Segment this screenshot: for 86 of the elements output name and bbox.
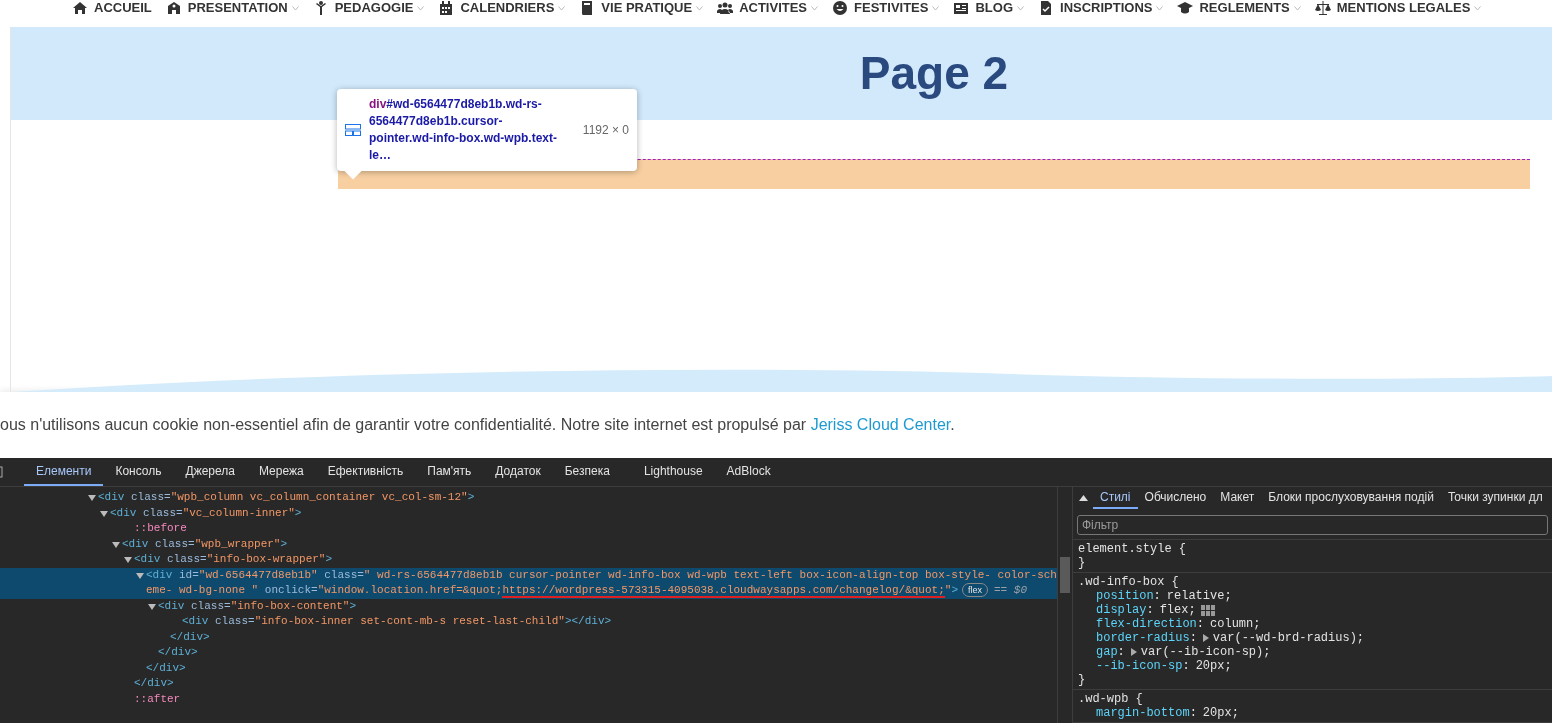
nav-link[interactable]: BLOG <box>953 0 1024 16</box>
devtools-tab[interactable]: Мережа <box>247 458 316 486</box>
nav-link[interactable]: PRESENTATION <box>165 0 299 16</box>
smiley-icon <box>832 0 849 16</box>
css-property: display: flex; <box>1078 603 1547 617</box>
calendar-icon <box>438 0 455 16</box>
element-selector: div#wd-6564477d8eb1b.wd-rs-6564477d8eb1b.cursor-pointer.wd-info-box.wd-wpb.text-le… <box>369 96 558 164</box>
expand-triangle-icon[interactable] <box>1202 634 1209 642</box>
underlined-url: https://wordpress-573315-4095038.cloudwaysapps.com/changelog/&quot; <box>502 584 945 598</box>
devtools-tab[interactable]: Безпека <box>552 458 622 486</box>
styles-tab[interactable]: Макет <box>1213 487 1262 509</box>
home-icon <box>72 0 88 16</box>
css-property: margin-bottom: 20px; <box>1095 706 1240 720</box>
dom-node[interactable]: <div class="wpb_column vc_column_container vc_col-sm-12"> <box>0 490 1057 506</box>
css-brace: } <box>1078 673 1087 687</box>
dom-node[interactable]: <div class="info-box-content"> <box>0 598 1057 614</box>
devtools-tab[interactable]: Lighthouse <box>631 458 715 486</box>
css-rule-selector: .wd-wpb <box>1078 692 1129 706</box>
css-brace: { <box>1178 542 1186 556</box>
newspaper-icon <box>953 0 970 16</box>
document-icon <box>1038 0 1054 16</box>
nav-link[interactable]: ACTIVITES <box>717 0 819 16</box>
css-brace: } <box>1078 556 1087 570</box>
nav-link[interactable]: VIE PRATIQUE <box>579 0 704 16</box>
expanded-triangle-icon[interactable] <box>148 602 156 611</box>
css-brace: { <box>1171 575 1179 589</box>
chevron-down-icon <box>1156 5 1164 11</box>
flexbox-editor-icon[interactable] <box>1200 604 1215 616</box>
dom-node[interactable]: ::before <box>0 521 1057 537</box>
selected-dom-node[interactable]: <div id="wd-6564477d8eb1b" class=" wd-rs-6564477d8eb1b cursor-pointer wd-info-box wd-wpb text-left box-icon-align-top box-style- color-scheme- wd-bg-none " onclick="window.location.href=&quot;https://wordpress-573315-4095038.cloudwaysapps.com/changelog/&quot;"> flex == $0 <box>0 567 1057 599</box>
devtools-tab[interactable]: Елементи <box>24 458 104 486</box>
chevron-down-icon <box>1017 5 1024 11</box>
element-size: 1192 × 0 <box>582 122 629 139</box>
devtools-tab[interactable]: Джерела <box>173 458 247 486</box>
scrollbar[interactable] <box>1057 487 1072 723</box>
dom-node[interactable]: ::after <box>0 691 1057 707</box>
chevron-down-icon <box>1293 5 1301 11</box>
devtools-tab[interactable]: Консоль <box>103 458 174 486</box>
chevron-down-icon <box>291 5 299 11</box>
nav-link[interactable]: CALENDRIERS <box>438 0 566 16</box>
css-rule-selector: .wd-info-box <box>1078 575 1165 589</box>
devtools-tab[interactable]: Ефективність <box>315 458 416 486</box>
devtools-tab[interactable]: AdBlock <box>714 458 783 486</box>
dom-node[interactable]: <div class="info-box-wrapper"> <box>0 552 1057 568</box>
closing-tag: </div> <box>0 660 1057 676</box>
nav-link[interactable]: ACCUEIL <box>72 0 152 16</box>
styles-tab[interactable]: Блоки прослуховування подій <box>1261 487 1441 509</box>
closing-tag: </div> <box>0 629 1057 645</box>
dom-node[interactable]: <div class="vc_column-inner"> <box>0 505 1057 521</box>
dom-node[interactable]: <div class="wpb_wrapper"> <box>0 536 1057 552</box>
chevron-down-icon <box>696 5 704 11</box>
graduation-cap-icon <box>1177 0 1194 16</box>
school-building-icon <box>165 0 182 16</box>
expand-triangle-icon[interactable] <box>1130 648 1137 656</box>
chevron-down-icon <box>932 5 940 11</box>
nav-link[interactable]: REGLEMENTS <box>1177 0 1301 16</box>
cookie-notice: ous n'utilisons aucun cookie non-essentiel afin de garantir votre confidentialité. Notre site internet est propulsé par Jeriss Cloud Center. <box>0 415 955 435</box>
nav-link[interactable]: FESTIVITES <box>832 0 940 16</box>
devtools-tab[interactable]: Додаток <box>483 458 553 486</box>
group-icon <box>717 0 734 16</box>
chevron-down-icon <box>1474 5 1482 11</box>
closing-tag: </div> <box>0 676 1057 692</box>
nav-link[interactable]: INSCRIPTIONS <box>1038 0 1164 16</box>
css-rule-selector: element.style <box>1078 542 1172 556</box>
css-property: --ib-icon-sp: 20px; <box>1095 659 1233 673</box>
scales-icon <box>1314 0 1331 16</box>
css-brace: { <box>1135 692 1143 706</box>
flex-layout-icon <box>345 124 361 136</box>
filter-field[interactable]: Фільтр <box>1077 515 1548 535</box>
nav-link[interactable]: MENTIONS LEGALES <box>1314 0 1482 16</box>
css-property: gap: var(--ib-icon-sp); <box>1095 645 1272 659</box>
scroll-up-icon[interactable] <box>1078 495 1088 501</box>
styles-tab[interactable]: Обчислено <box>1137 487 1214 509</box>
closing-tag: </div> <box>0 645 1057 661</box>
css-property: flex-direction: column; <box>1095 617 1262 631</box>
styles-tab[interactable]: Точки зупинки дл <box>1440 487 1550 509</box>
chevron-down-icon <box>417 5 425 11</box>
css-property: position: relative; <box>1095 589 1233 603</box>
dom-node[interactable]: <div class="info-box-inner set-cont-mb-s reset-last-child"></div> <box>0 614 1057 630</box>
page-title: Page 2 <box>859 46 1009 101</box>
chevron-down-icon <box>811 5 819 11</box>
styles-tab[interactable]: Стилі <box>1093 487 1138 509</box>
nav-link[interactable]: PEDAGOGIE <box>312 0 425 16</box>
css-property: border-radius: var(--wd-brd-radius); <box>1095 631 1366 645</box>
chevron-down-icon <box>558 5 566 11</box>
devtools-tab[interactable]: Пам'ять <box>415 458 484 486</box>
